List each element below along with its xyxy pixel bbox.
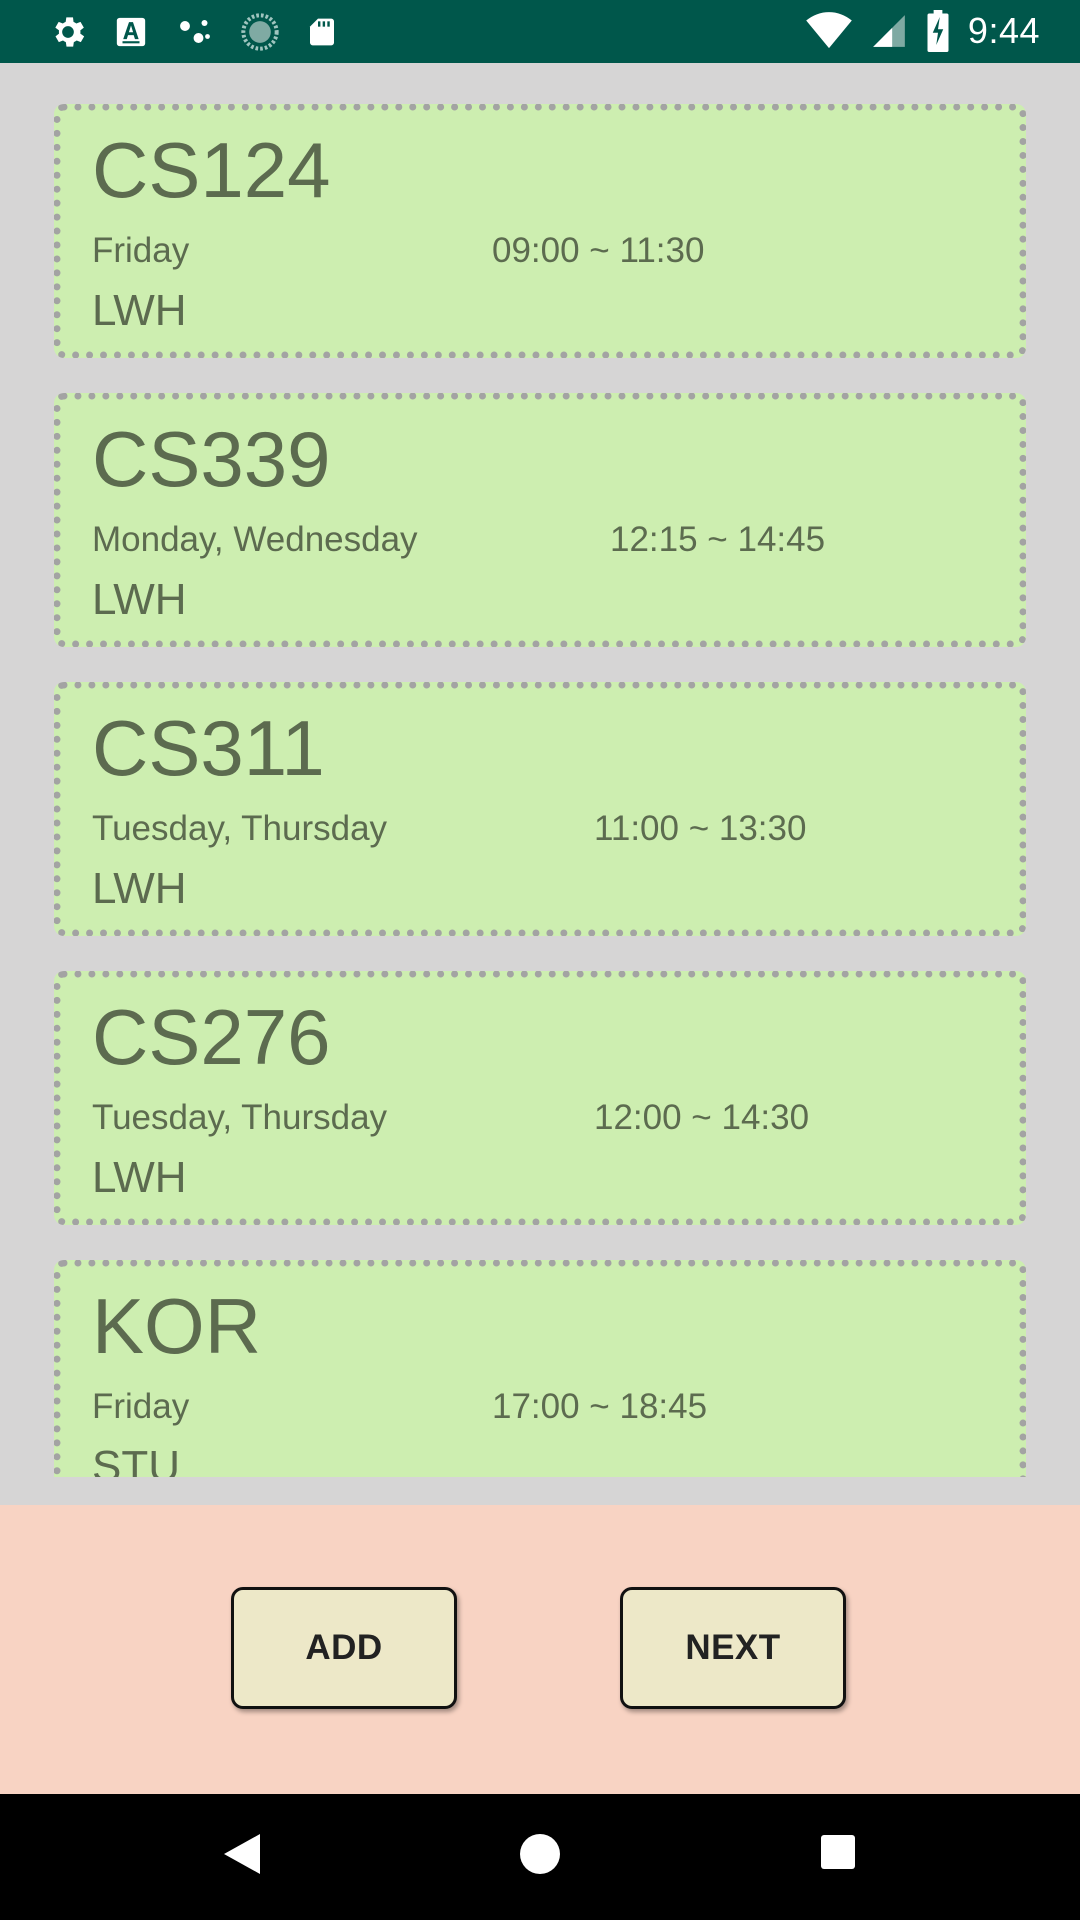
course-card[interactable]: CS311 Tuesday, Thursday 11:00 ~ 13:30 LW… <box>54 682 1026 936</box>
add-button[interactable]: ADD <box>231 1587 457 1709</box>
sync-progress-icon <box>241 13 279 51</box>
status-bar: 9:44 <box>0 0 1080 63</box>
status-right-icons: 9:44 <box>806 10 1040 52</box>
course-code: CS311 <box>92 704 325 792</box>
course-room: LWH <box>92 286 187 335</box>
course-days: Friday <box>92 1387 190 1426</box>
course-room: LWH <box>92 575 187 624</box>
gear-icon <box>55 17 85 47</box>
course-list[interactable]: CS124 Friday 09:00 ~ 11:30 LWH CS339 Mon… <box>0 63 1080 1505</box>
course-card[interactable]: CS276 Tuesday, Thursday 12:00 ~ 14:30 LW… <box>54 971 1026 1225</box>
next-button[interactable]: NEXT <box>620 1587 846 1709</box>
course-time: 09:00 ~ 11:30 <box>492 231 705 270</box>
course-days: Tuesday, Thursday <box>92 1098 388 1137</box>
signal-icon <box>873 15 905 47</box>
home-icon[interactable] <box>520 1834 560 1874</box>
sd-card-icon <box>310 18 334 46</box>
course-time: 11:00 ~ 13:30 <box>594 809 807 848</box>
course-room: STU <box>92 1442 180 1478</box>
course-time: 12:15 ~ 14:45 <box>610 520 826 559</box>
course-days: Tuesday, Thursday <box>92 809 388 848</box>
nodes-icon <box>180 20 210 43</box>
course-card[interactable]: CS339 Monday, Wednesday 12:15 ~ 14:45 LW… <box>54 393 1026 647</box>
course-code: CS339 <box>92 415 331 503</box>
course-days: Friday <box>92 231 190 270</box>
course-room: LWH <box>92 1153 187 1202</box>
wifi-icon <box>806 12 852 49</box>
course-days: Monday, Wednesday <box>92 520 418 559</box>
nav-bar <box>0 1794 1080 1920</box>
battery-charging-icon <box>927 10 949 52</box>
course-card[interactable]: CS124 Friday 09:00 ~ 11:30 LWH <box>54 104 1026 358</box>
back-icon[interactable] <box>224 1834 260 1874</box>
course-code: CS124 <box>92 126 331 214</box>
course-code: KOR <box>92 1282 262 1370</box>
course-time: 12:00 ~ 14:30 <box>594 1098 810 1137</box>
recents-icon[interactable] <box>821 1835 855 1869</box>
status-left-icons <box>48 12 338 52</box>
clock: 9:44 <box>967 10 1040 51</box>
course-card-clip: KOR Friday 17:00 ~ 18:45 STU <box>54 1260 1026 1477</box>
course-room: LWH <box>92 864 187 913</box>
course-code: CS276 <box>92 993 331 1081</box>
course-card[interactable]: KOR Friday 17:00 ~ 18:45 STU <box>54 1260 1026 1477</box>
font-a-icon <box>116 17 146 47</box>
button-bar: ADD NEXT <box>0 1505 1080 1794</box>
course-time: 17:00 ~ 18:45 <box>492 1387 708 1426</box>
